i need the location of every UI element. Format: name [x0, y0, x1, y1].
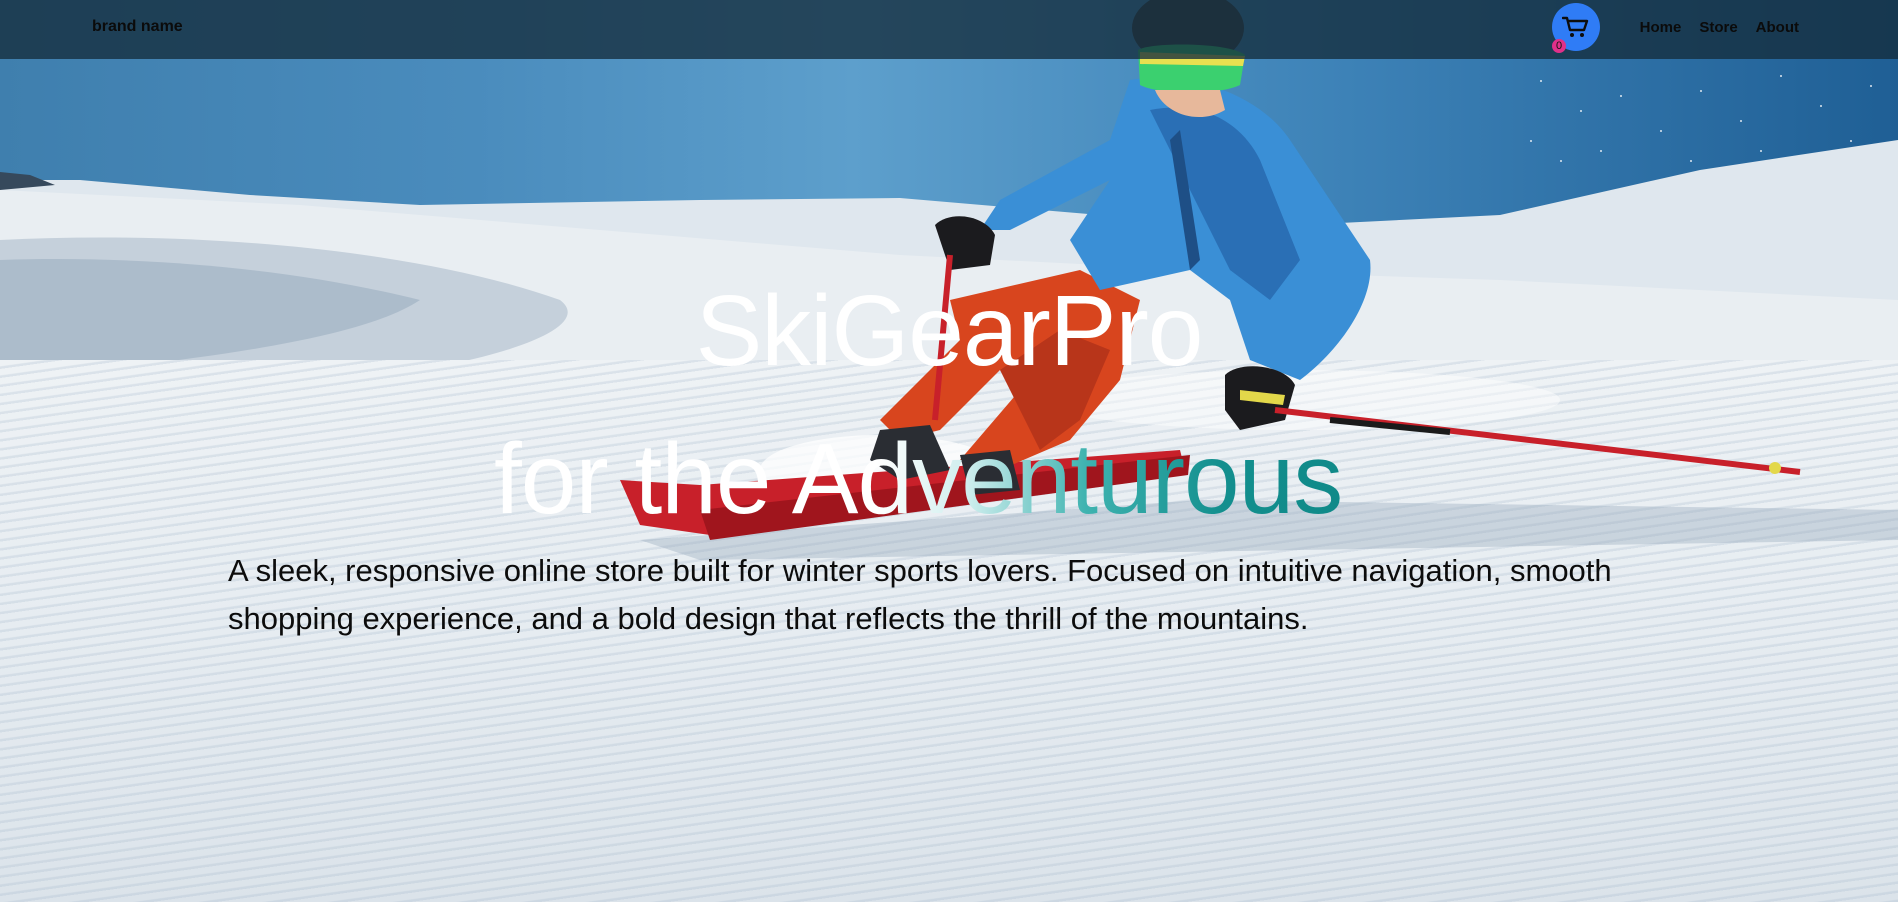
brand-link[interactable]: brand name [92, 18, 183, 36]
nav-links: Home Store About [1640, 19, 1799, 36]
nav-link-home[interactable]: Home [1640, 19, 1682, 36]
nav-link-store[interactable]: Store [1699, 19, 1737, 36]
shopping-cart-icon [1562, 16, 1589, 37]
hero-subtitle-wrap: for the Adventurous [494, 420, 1404, 538]
nav-link-about[interactable]: About [1756, 19, 1799, 36]
hero-subtitle: for the Adventurous [494, 420, 1404, 538]
page: brand name 0 Home Store About SkiGearPro… [0, 0, 1898, 902]
cart-count-badge: 0 [1552, 39, 1566, 53]
hero-title: SkiGearPro [695, 275, 1204, 387]
hero-description: A sleek, responsive online store built f… [228, 553, 1612, 636]
navbar: brand name 0 Home Store About [0, 0, 1898, 59]
cart-button[interactable]: 0 [1552, 3, 1600, 53]
